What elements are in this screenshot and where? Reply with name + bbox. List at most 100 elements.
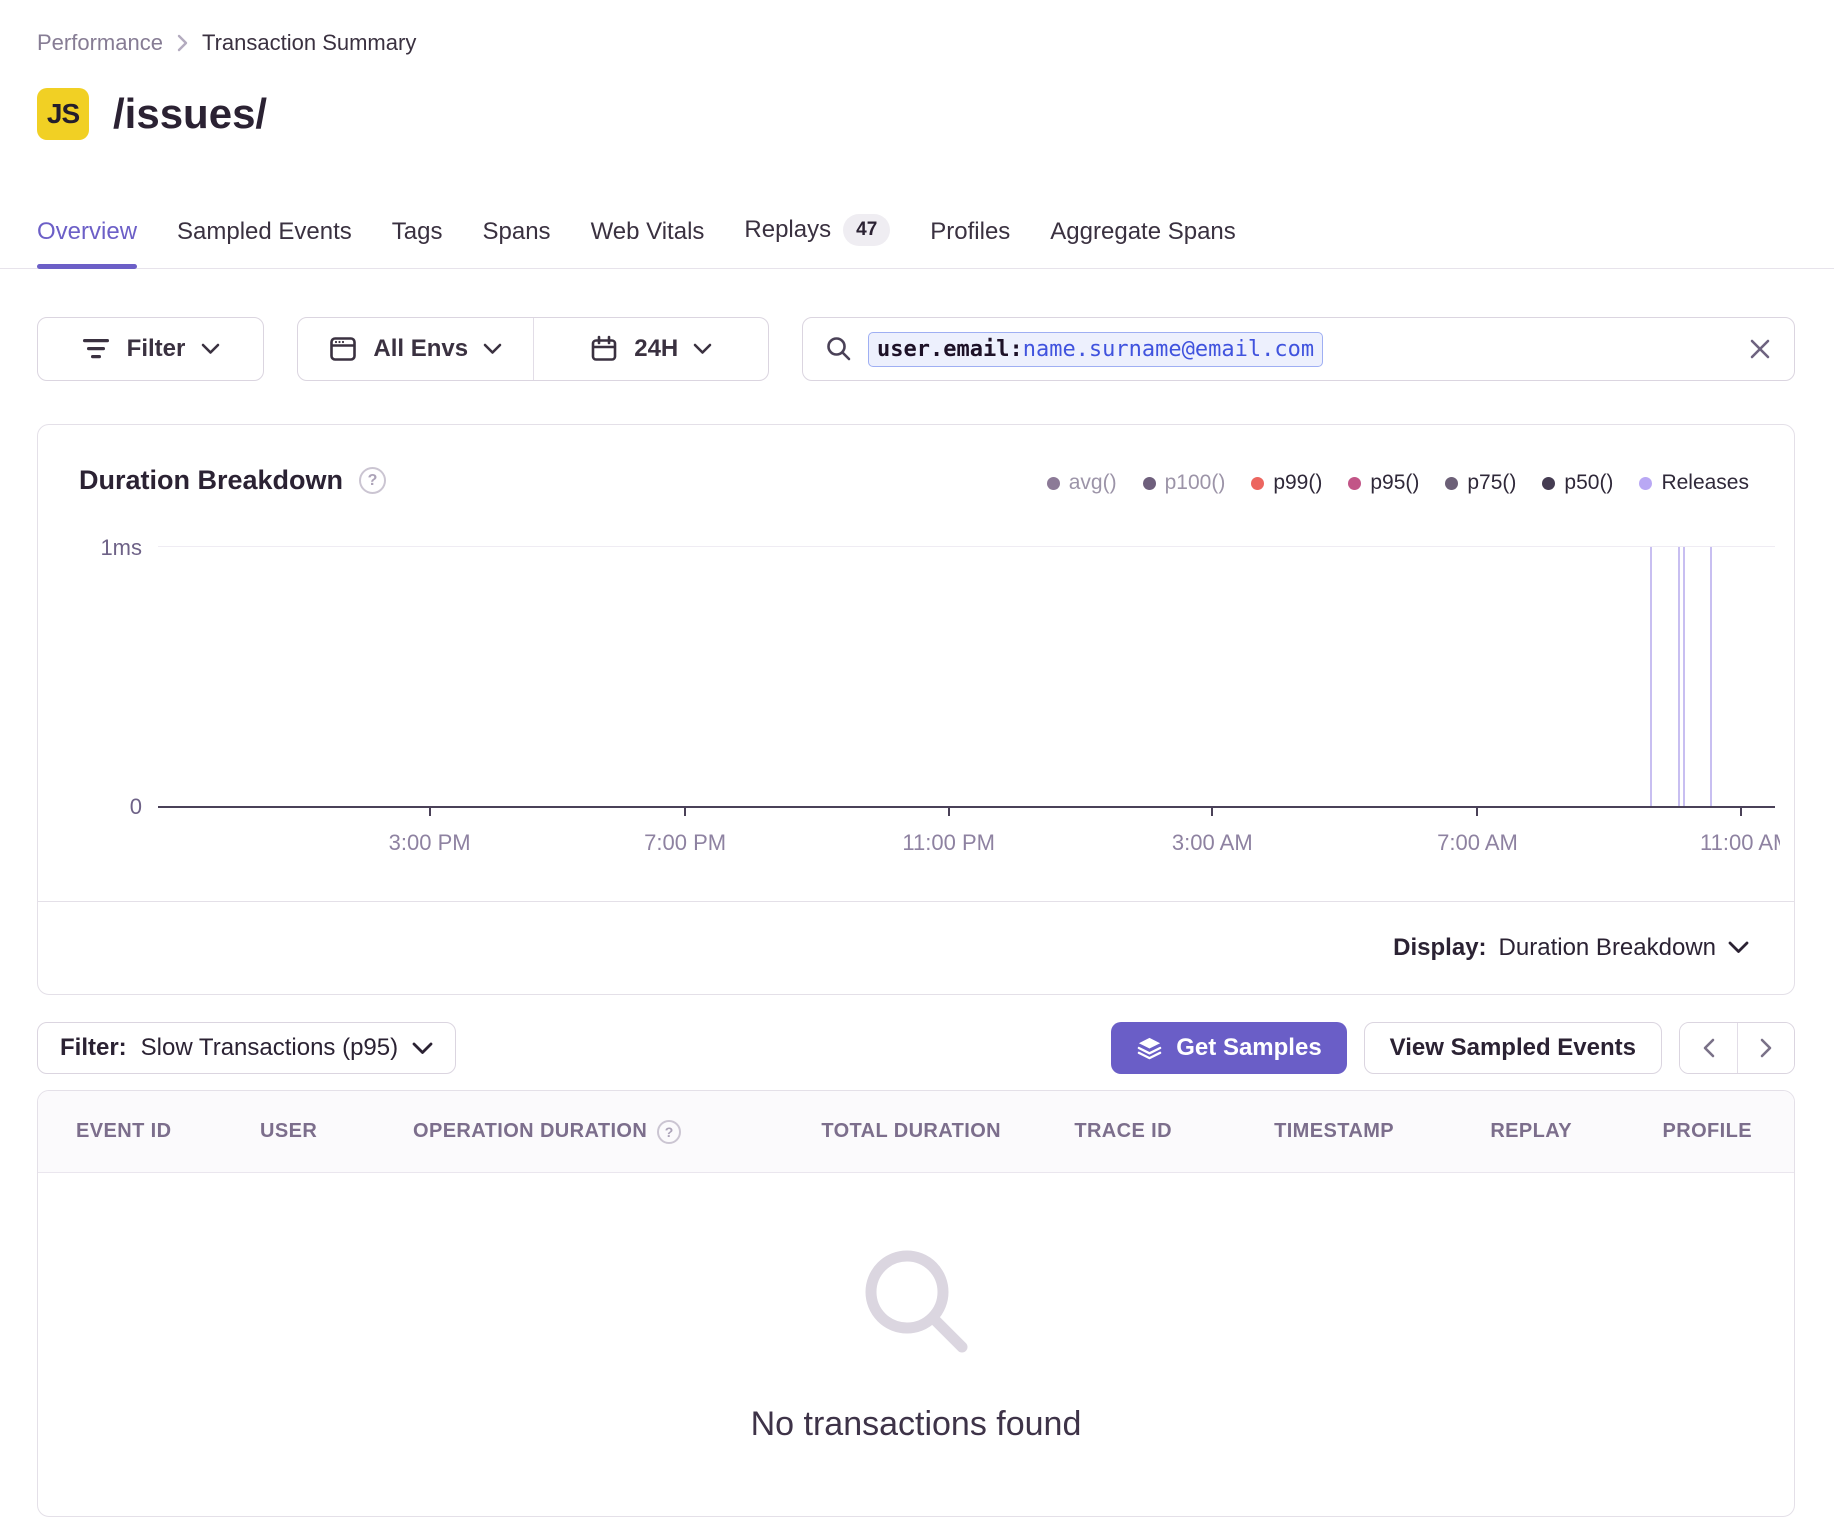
layers-icon xyxy=(1136,1035,1163,1062)
tab-web-vitals[interactable]: Web Vitals xyxy=(591,204,705,268)
samples-toolbar: Filter: Slow Transactions (p95) Get Samp… xyxy=(37,1022,1795,1074)
release-marker-line xyxy=(1678,547,1680,806)
column-replay: REPLAY xyxy=(1403,1120,1583,1143)
legend-dot-icon xyxy=(1348,477,1361,490)
tab-replays[interactable]: Replays 47 xyxy=(744,200,890,268)
column-operation-duration: OPERATION DURATION xyxy=(388,1120,748,1144)
x-axis-tick xyxy=(1740,808,1742,816)
x-axis-tick-label: 11:00 AM xyxy=(1700,830,1780,856)
table-body: No transactions found xyxy=(38,1173,1794,1517)
tab-spans[interactable]: Spans xyxy=(483,204,551,268)
legend-label: p95() xyxy=(1370,471,1419,495)
column-event-id: EVENT ID xyxy=(38,1120,238,1143)
x-axis-tick-label: 7:00 PM xyxy=(644,830,726,856)
legend-dot-icon xyxy=(1143,477,1156,490)
env-date-group: All Envs 24H xyxy=(297,317,769,381)
legend-label: Releases xyxy=(1661,471,1749,495)
x-axis-tick-label: 11:00 PM xyxy=(902,830,995,856)
duration-breakdown-panel: Duration Breakdown avg() p100() p99() p95()… xyxy=(37,424,1795,995)
environment-selector[interactable]: All Envs xyxy=(298,318,533,380)
replays-count-badge: 47 xyxy=(843,214,890,246)
display-selector[interactable]: Display: Duration Breakdown xyxy=(38,901,1749,994)
chart-legend: avg() p100() p99() p95() p75() p50() Releases xyxy=(1047,471,1749,495)
clear-search-button[interactable] xyxy=(1748,337,1772,361)
search-token-value: name.surname@email.com xyxy=(1023,337,1314,362)
breadcrumb-transaction-summary: Transaction Summary xyxy=(202,30,416,56)
filter-bar: Filter All Envs 24H xyxy=(37,317,1795,381)
legend-label: avg() xyxy=(1069,471,1117,495)
legend-item[interactable]: p50() xyxy=(1542,471,1613,495)
tab-sampled-events[interactable]: Sampled Events xyxy=(177,204,352,268)
legend-label: p99() xyxy=(1273,471,1322,495)
help-icon[interactable] xyxy=(359,467,386,494)
legend-dot-icon xyxy=(1639,477,1652,490)
search-filter-token[interactable]: user.email:name.surname@email.com xyxy=(868,332,1323,367)
x-axis-tick xyxy=(429,808,431,816)
legend-dot-icon xyxy=(1542,477,1555,490)
legend-item[interactable]: p99() xyxy=(1251,471,1322,495)
page-title: /issues/ xyxy=(113,90,267,138)
get-samples-button[interactable]: Get Samples xyxy=(1111,1022,1346,1074)
help-icon[interactable] xyxy=(657,1120,681,1144)
empty-state: No transactions found xyxy=(38,1173,1794,1517)
transactions-filter-dropdown[interactable]: Filter: Slow Transactions (p95) xyxy=(37,1022,456,1074)
legend-item[interactable]: p100() xyxy=(1143,471,1226,495)
view-sampled-events-button[interactable]: View Sampled Events xyxy=(1364,1022,1662,1074)
search-icon xyxy=(825,335,853,363)
tab-bar: Overview Sampled Events Tags Spans Web V… xyxy=(0,200,1834,269)
legend-label: p75() xyxy=(1467,471,1516,495)
filter-dropdown-button[interactable]: Filter xyxy=(37,317,264,381)
plot-area: 1ms 0 3:00 PM7:00 PM11:00 PM3:00 AM7:00 … xyxy=(158,546,1775,808)
legend-item[interactable]: avg() xyxy=(1047,471,1117,495)
x-axis-labels: 3:00 PM7:00 PM11:00 PM3:00 AM7:00 AM11:0… xyxy=(158,830,1775,860)
legend-label: p50() xyxy=(1564,471,1613,495)
legend-label: p100() xyxy=(1165,471,1226,495)
date-range-selector[interactable]: 24H xyxy=(534,318,769,380)
chevron-down-icon xyxy=(693,343,712,355)
transactions-table: EVENT ID USER OPERATION DURATION TOTAL D… xyxy=(37,1090,1795,1517)
table-header-row: EVENT ID USER OPERATION DURATION TOTAL D… xyxy=(38,1091,1794,1173)
y-axis-label-top: 1ms xyxy=(100,535,142,561)
next-page-button[interactable] xyxy=(1737,1023,1794,1073)
filter-lines-icon xyxy=(81,337,111,361)
tab-profiles[interactable]: Profiles xyxy=(930,204,1010,268)
release-marker-line xyxy=(1650,547,1652,806)
x-axis-tick-label: 7:00 AM xyxy=(1437,830,1518,856)
column-total-duration: TOTAL DURATION xyxy=(748,1120,1008,1143)
chevron-right-icon xyxy=(177,34,188,52)
display-value: Duration Breakdown xyxy=(1499,934,1716,962)
x-axis-tick xyxy=(1476,808,1478,816)
empty-state-text: No transactions found xyxy=(751,1405,1082,1444)
legend-item[interactable]: p75() xyxy=(1445,471,1516,495)
search-input[interactable]: user.email:name.surname@email.com xyxy=(802,317,1795,381)
tab-tags[interactable]: Tags xyxy=(392,204,443,268)
column-user: USER xyxy=(238,1120,388,1143)
breadcrumb-performance[interactable]: Performance xyxy=(37,30,163,56)
breadcrumb: Performance Transaction Summary xyxy=(37,30,416,56)
legend-item[interactable]: Releases xyxy=(1639,471,1749,495)
column-profile: PROFILE xyxy=(1583,1120,1794,1143)
magnifier-empty-icon xyxy=(854,1239,978,1363)
chevron-down-icon xyxy=(483,343,502,355)
x-axis-tick-label: 3:00 AM xyxy=(1172,830,1253,856)
tab-aggregate-spans[interactable]: Aggregate Spans xyxy=(1050,204,1235,268)
release-marker-line xyxy=(1710,547,1712,806)
chevron-down-icon xyxy=(1728,941,1749,954)
search-token-key: user.email: xyxy=(877,337,1023,362)
chevron-down-icon xyxy=(201,343,220,355)
chevron-down-icon xyxy=(412,1042,433,1055)
column-trace-id: TRACE ID xyxy=(1008,1120,1178,1143)
javascript-platform-icon: JS xyxy=(37,88,89,140)
y-axis-label-zero: 0 xyxy=(130,794,142,820)
tab-overview[interactable]: Overview xyxy=(37,204,137,268)
x-axis-tick-label: 3:00 PM xyxy=(389,830,471,856)
previous-page-button[interactable] xyxy=(1680,1023,1737,1073)
display-label: Display: xyxy=(1393,934,1486,962)
browser-window-icon xyxy=(328,334,358,364)
x-axis-tick xyxy=(684,808,686,816)
legend-dot-icon xyxy=(1047,477,1060,490)
legend-dot-icon xyxy=(1445,477,1458,490)
legend-item[interactable]: p95() xyxy=(1348,471,1419,495)
legend-dot-icon xyxy=(1251,477,1264,490)
x-axis-tick xyxy=(948,808,950,816)
